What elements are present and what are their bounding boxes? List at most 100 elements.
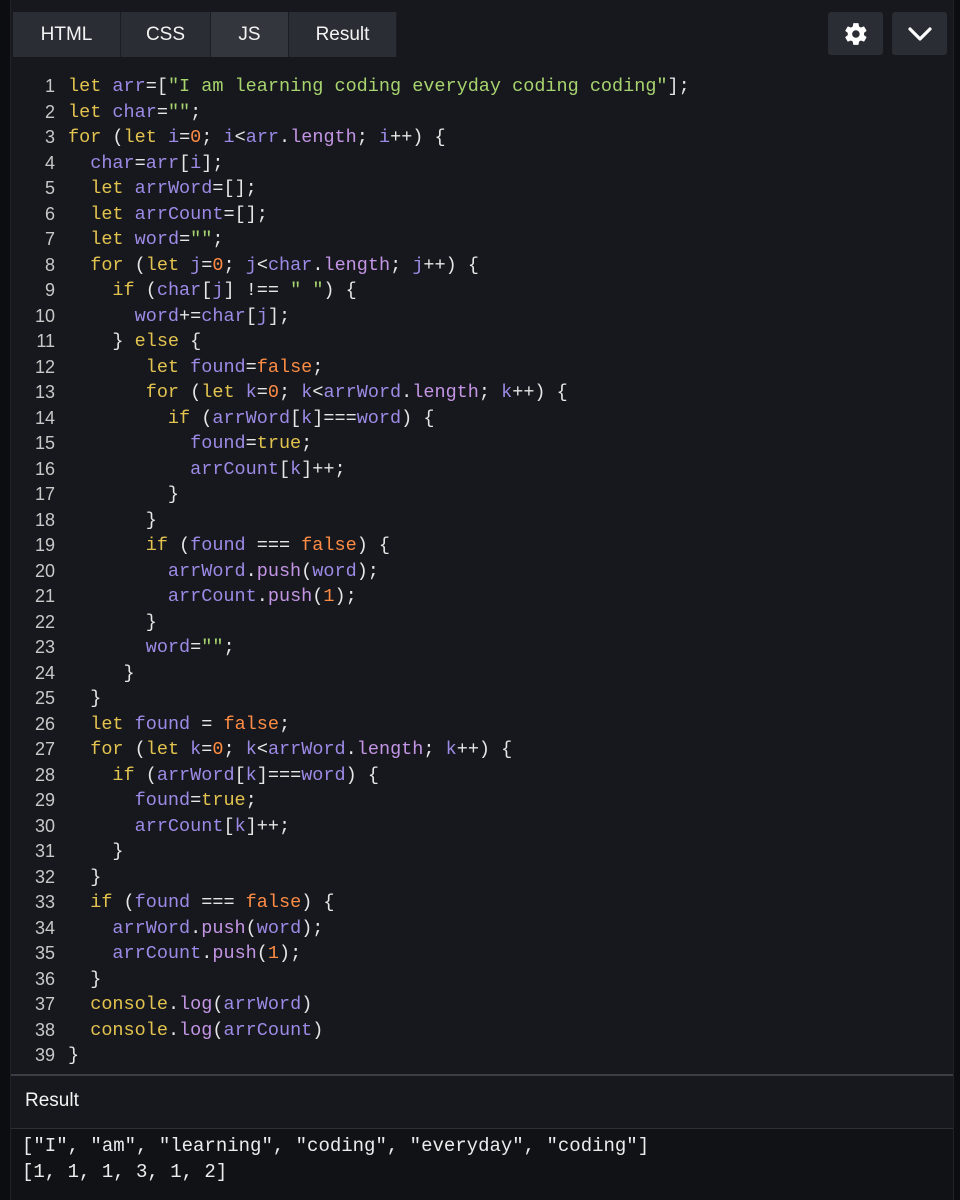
code-token: found: [134, 713, 191, 735]
output-line: ["I", "am", "learning", "coding", "every…: [22, 1135, 650, 1157]
code-line: char=arr[i];: [68, 151, 953, 177]
code-token: arrCount: [223, 1019, 313, 1041]
code-token: (: [134, 739, 146, 760]
line-number: 17: [34, 484, 55, 504]
code-token: char: [112, 101, 157, 123]
code-token: (: [145, 280, 157, 301]
js-editor[interactable]: 1 2 3 4 5 6 7 8 9 10 11 12 13 14 15 16 17 18 19 20 21 22 23 24 2…: [11, 62, 953, 1074]
output-line: [1, 1, 1, 3, 1, 2]: [22, 1161, 228, 1183]
code-token: ;: [212, 229, 224, 250]
code-token: push: [212, 943, 257, 964]
line-number: 6: [44, 203, 55, 224]
code-token: ): [312, 1019, 324, 1041]
code-token: let: [145, 356, 191, 378]
code-token: }: [68, 688, 102, 709]
code-area[interactable]: let arr=["I am learning coding everyday …: [68, 74, 953, 1069]
code-token: (: [245, 917, 257, 939]
code-line: if (found === false) {: [68, 533, 953, 559]
tab-result[interactable]: Result: [289, 12, 397, 57]
line-number: 36: [34, 968, 55, 989]
line-number: 28: [34, 764, 55, 785]
code-token: =: [245, 356, 257, 378]
code-token: arrWord: [267, 739, 346, 760]
code-token: [: [201, 280, 213, 301]
code-token: }: [68, 331, 135, 352]
line-number: 19: [34, 535, 55, 555]
code-token: char: [90, 152, 135, 174]
code-token: ];: [667, 76, 690, 97]
settings-button[interactable]: [828, 12, 883, 55]
code-token: }: [68, 662, 135, 684]
code-line: }: [68, 686, 953, 712]
code-token: =: [179, 229, 191, 250]
code-token: ;: [223, 254, 246, 276]
code-token: if: [112, 764, 146, 786]
code-token: }: [68, 866, 102, 888]
code-token: found: [134, 892, 191, 913]
code-token: =: [190, 790, 202, 811]
code-token: k: [245, 382, 257, 403]
code-token: ;: [423, 739, 446, 760]
code-token: 0: [212, 739, 224, 760]
tab-html[interactable]: HTML: [13, 12, 121, 57]
code-token: }: [68, 841, 124, 862]
code-token: for: [90, 254, 135, 276]
code-token: arr: [145, 152, 180, 174]
code-token: (: [134, 254, 146, 276]
code-line: if (found === false) {: [68, 890, 953, 916]
code-token: found: [190, 433, 246, 454]
code-token: +=: [179, 305, 202, 327]
code-token: =: [201, 254, 213, 276]
code-token: ) {: [345, 764, 379, 786]
code-token: {: [179, 331, 202, 352]
code-token: j: [256, 305, 268, 327]
code-token: log: [179, 994, 213, 1015]
code-token: let: [90, 203, 135, 225]
code-token: (: [112, 127, 124, 148]
code-line: arrWord.push(word);: [68, 559, 953, 585]
line-number: 29: [34, 790, 55, 810]
code-token: length: [356, 739, 424, 760]
line-number: 7: [44, 229, 55, 249]
code-token: let: [90, 178, 135, 199]
tab-js[interactable]: JS: [211, 12, 289, 57]
code-editor-window: HTML CSS JS Result 1 2 3 4 5 6 7 8 9 10 11 12 13 14 15…: [10, 0, 954, 1200]
code-line: for (let k=0; k<arrWord.length; k++) {: [68, 380, 953, 406]
code-line: let word="";: [68, 227, 953, 253]
code-token: ;: [223, 739, 246, 760]
line-number: 10: [34, 305, 55, 326]
line-number: 23: [34, 637, 55, 657]
code-line: if (char[j] !== " ") {: [68, 278, 953, 304]
code-line: arrCount.push(1);: [68, 941, 953, 967]
collapse-button[interactable]: [892, 12, 947, 55]
code-token: =: [256, 382, 268, 403]
code-token: arrWord: [212, 407, 291, 429]
code-token: ]===: [256, 764, 302, 786]
code-line: arrCount.push(1);: [68, 584, 953, 610]
code-token: .: [245, 560, 257, 582]
code-token: false: [245, 892, 302, 913]
line-number: 39: [34, 1045, 55, 1065]
code-line: } else {: [68, 329, 953, 355]
code-line: }: [68, 508, 953, 534]
code-token: <: [256, 739, 268, 760]
code-line: for (let k=0; k<arrWord.length; k++) {: [68, 737, 953, 763]
tab-css[interactable]: CSS: [121, 12, 211, 57]
code-token: ++) {: [390, 127, 446, 148]
code-token: found: [190, 535, 246, 556]
code-token: char: [201, 305, 246, 327]
code-token: .: [279, 127, 291, 148]
code-line: }: [68, 1043, 953, 1069]
code-token: word: [301, 764, 346, 786]
